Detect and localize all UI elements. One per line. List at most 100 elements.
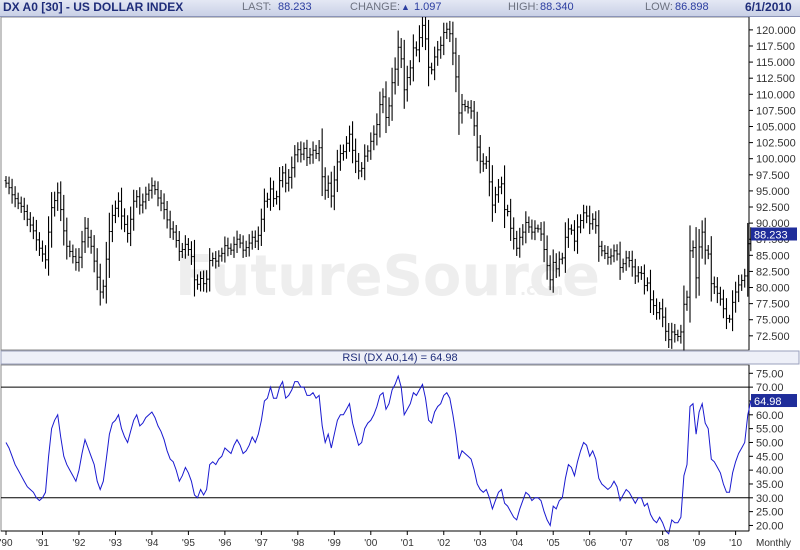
- chart-header: DX A0 [30] - US DOLLAR INDEX LAST: 88.23…: [0, 0, 800, 17]
- price-y-tick-label: 117.500: [756, 41, 795, 53]
- price-bar: [709, 236, 713, 302]
- rsi-title: RSI (DX A0,14) = 64.98: [342, 352, 457, 364]
- x-tick-label: '07: [620, 538, 633, 549]
- price-bar: [524, 211, 528, 244]
- price-bar: [418, 25, 421, 63]
- price-bar: [475, 111, 479, 162]
- price-bar: [570, 224, 573, 235]
- price-bar: [609, 248, 613, 265]
- price-bar: [618, 241, 622, 280]
- price-bar: [62, 194, 66, 246]
- price-bar: [92, 235, 96, 273]
- price-bar: [533, 220, 537, 241]
- price-bar: [314, 144, 318, 159]
- price-bar: [10, 178, 14, 204]
- price-bar: [132, 189, 136, 231]
- price-bar: [697, 229, 701, 296]
- price-bar: [293, 145, 297, 178]
- price-bar: [700, 220, 704, 259]
- price-bar: [621, 258, 625, 273]
- price-y-tick-label: 77.500: [756, 299, 790, 311]
- price-bar: [579, 214, 582, 234]
- price-y-tick-label: 110.000: [756, 89, 795, 101]
- price-y-tick-label: 100.000: [756, 154, 796, 166]
- price-bar: [381, 88, 385, 114]
- price-bar: [138, 187, 142, 215]
- price-bar: [457, 54, 461, 135]
- price-bar: [150, 177, 154, 199]
- price-y-tick-label: 85.000: [756, 250, 790, 262]
- price-bar: [664, 307, 668, 342]
- rsi-line: [5, 374, 752, 535]
- price-bar: [615, 244, 619, 261]
- last-label: LAST:: [242, 1, 272, 13]
- price-bar: [387, 97, 391, 127]
- price-bar: [399, 38, 403, 69]
- x-tick-label: '97: [255, 538, 268, 549]
- price-bar: [351, 121, 354, 164]
- price-bar: [630, 250, 634, 277]
- price-bar: [737, 274, 741, 303]
- price-bar: [725, 298, 728, 330]
- price-bar: [448, 20, 452, 43]
- price-bar: [4, 176, 8, 188]
- x-tick-label: '01: [401, 538, 414, 549]
- price-bar: [19, 196, 23, 213]
- price-bar: [582, 204, 585, 229]
- x-tick-label: '05: [547, 538, 560, 549]
- price-bar: [600, 240, 604, 257]
- price-y-tick-label: 120.000: [756, 25, 796, 37]
- price-bar: [16, 192, 20, 210]
- price-bar: [50, 192, 53, 248]
- price-y-tick-label: 82.500: [756, 266, 790, 278]
- price-bar: [408, 60, 412, 86]
- price-bar: [31, 216, 35, 240]
- price-bar: [357, 152, 361, 180]
- chart-svg: FutureSource .com 72.500 75.000 77.500 80.0…: [0, 17, 800, 549]
- price-bar: [652, 290, 655, 316]
- change-label: CHANGE:: [350, 1, 401, 13]
- high-value: 88.340: [540, 1, 574, 13]
- price-bar: [500, 176, 503, 195]
- rsi-y-tick-label: 25.00: [756, 507, 784, 519]
- price-bar: [317, 140, 321, 162]
- price-bar: [676, 329, 680, 342]
- price-bar: [369, 132, 373, 160]
- price-bar: [378, 91, 382, 138]
- price-bar: [649, 269, 652, 313]
- price-bar: [144, 186, 148, 210]
- price-bar: [658, 301, 661, 320]
- price-y-tick-label: 102.500: [756, 138, 796, 150]
- price-bar: [339, 144, 342, 171]
- change-up-arrow-icon: ▲: [401, 2, 410, 12]
- price-bar: [117, 192, 120, 218]
- price-bar: [275, 190, 278, 205]
- price-bar: [694, 227, 698, 299]
- price-bar: [415, 41, 418, 57]
- price-bar: [384, 81, 388, 134]
- price-bar: [366, 145, 370, 162]
- price-bar: [436, 40, 440, 66]
- price-bar: [259, 208, 263, 246]
- price-bar: [290, 156, 294, 189]
- price-y-tick-label: 80.000: [756, 283, 790, 295]
- price-bar: [135, 190, 139, 208]
- x-tick-label: '90: [0, 538, 13, 549]
- price-bar: [159, 189, 163, 212]
- price-bar: [594, 211, 598, 234]
- x-tick-label: '03: [474, 538, 487, 549]
- price-bar: [497, 179, 500, 203]
- price-bar: [171, 221, 175, 240]
- price-bar: [305, 139, 309, 167]
- price-bar: [80, 230, 84, 269]
- price-bar: [156, 181, 160, 207]
- price-bar: [114, 200, 117, 224]
- price-bar: [661, 298, 665, 328]
- price-bar: [521, 224, 525, 246]
- price-bar: [47, 216, 50, 276]
- price-bar: [95, 248, 99, 291]
- price-bar: [731, 290, 734, 332]
- price-bar: [430, 62, 433, 75]
- price-y-tick-label: 112.500: [756, 73, 795, 85]
- watermark-logo: FutureSource: [175, 244, 600, 309]
